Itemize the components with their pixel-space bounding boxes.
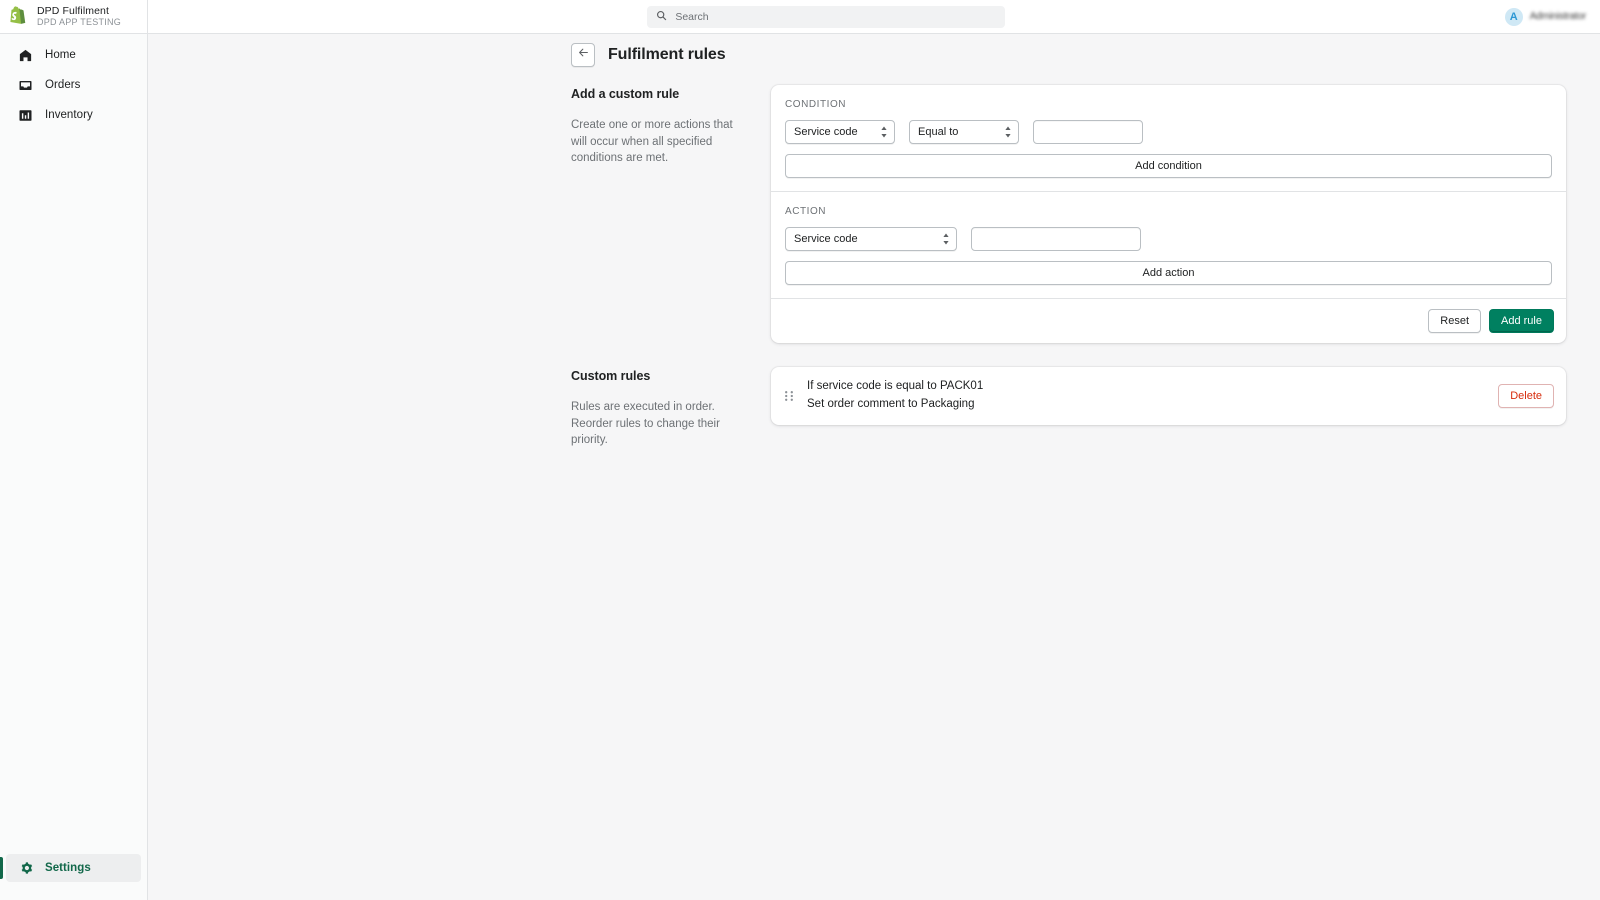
- table-row: If service code is equal to PACK01 Set o…: [771, 367, 1566, 425]
- action-block: ACTION Service code Add action: [771, 191, 1566, 298]
- user-menu[interactable]: A Administrator: [1504, 7, 1600, 26]
- sidebar-item-orders[interactable]: Orders: [6, 71, 141, 99]
- condition-operator-value: Equal to: [918, 126, 959, 138]
- add-rule-button[interactable]: Add rule: [1489, 309, 1554, 333]
- add-action-label: Add action: [1142, 267, 1195, 279]
- gear-icon: [18, 861, 33, 876]
- home-icon: [18, 48, 33, 63]
- inventory-icon: [18, 108, 33, 123]
- sidebar: Home Orders Inventory Settings: [0, 34, 148, 900]
- brand-block[interactable]: DPD Fulfilment DPD APP TESTING: [0, 0, 148, 34]
- chevron-updown-icon: [1004, 125, 1012, 139]
- rule-condition-text: If service code is equal to PACK01: [807, 380, 984, 392]
- chevron-updown-icon: [942, 232, 950, 246]
- delete-button[interactable]: Delete: [1498, 383, 1554, 408]
- custom-rules-info: Custom rules Rules are executed in order…: [571, 367, 771, 449]
- orders-icon: [18, 78, 33, 93]
- brand-subtitle: DPD APP TESTING: [37, 16, 121, 27]
- action-field-select[interactable]: Service code: [785, 227, 957, 251]
- condition-field-select[interactable]: Service code: [785, 120, 895, 144]
- avatar: A: [1504, 7, 1523, 26]
- condition-block: CONDITION Service code Equal to Add cond…: [771, 85, 1566, 191]
- action-row: Service code: [785, 227, 1552, 251]
- chevron-updown-icon: [880, 125, 888, 139]
- sidebar-item-label: Settings: [45, 862, 91, 874]
- condition-field-value: Service code: [794, 126, 858, 138]
- add-rule-heading: Add a custom rule: [571, 87, 680, 101]
- brand-title: DPD Fulfilment: [37, 4, 109, 17]
- search-placeholder: Search: [675, 10, 709, 23]
- sidebar-item-label: Inventory: [45, 109, 93, 121]
- add-action-button[interactable]: Add action: [785, 261, 1552, 285]
- sidebar-bottom: Settings: [0, 852, 147, 884]
- main-content: Fulfilment rules Add a custom rule Creat…: [148, 34, 1600, 900]
- action-field-value: Service code: [794, 233, 858, 245]
- sidebar-item-settings[interactable]: Settings: [0, 854, 141, 882]
- condition-label: CONDITION: [785, 99, 847, 110]
- add-rule-section: Add a custom rule Create one or more act…: [571, 85, 1566, 343]
- add-rule-card: CONDITION Service code Equal to Add cond…: [771, 85, 1566, 343]
- rule-text: If service code is equal to PACK01 Set o…: [807, 378, 1498, 414]
- user-name: Administrator: [1529, 11, 1587, 22]
- add-rule-footer: Reset Add rule: [771, 298, 1566, 343]
- add-condition-button[interactable]: Add condition: [785, 154, 1552, 178]
- drag-handle-icon[interactable]: [783, 389, 795, 403]
- page-header: Fulfilment rules: [571, 43, 1600, 67]
- add-rule-label: Add rule: [1501, 315, 1542, 327]
- custom-rules-section: Custom rules Rules are executed in order…: [571, 367, 1566, 449]
- arrow-left-icon: [577, 46, 590, 64]
- custom-rules-body: If service code is equal to PACK01 Set o…: [771, 367, 1566, 449]
- add-rule-info: Add a custom rule Create one or more act…: [571, 85, 771, 343]
- custom-rules-heading: Custom rules: [571, 369, 651, 383]
- sidebar-item-label: Orders: [45, 79, 81, 91]
- reset-label: Reset: [1440, 315, 1470, 327]
- reset-button[interactable]: Reset: [1428, 309, 1482, 333]
- delete-label: Delete: [1510, 389, 1542, 402]
- sidebar-item-home[interactable]: Home: [6, 41, 141, 69]
- condition-value-input[interactable]: [1033, 120, 1143, 144]
- search-wrapper: Search: [148, 5, 1505, 28]
- condition-row: Service code Equal to: [785, 120, 1552, 144]
- back-button[interactable]: [571, 43, 595, 67]
- rule-action-text: Set order comment to Packaging: [807, 397, 975, 410]
- action-label: ACTION: [785, 206, 827, 217]
- add-condition-label: Add condition: [1135, 160, 1202, 172]
- top-bar: DPD Fulfilment DPD APP TESTING Search A …: [0, 0, 1600, 34]
- condition-operator-select[interactable]: Equal to: [909, 120, 1019, 144]
- add-rule-body: CONDITION Service code Equal to Add cond…: [771, 85, 1566, 343]
- page-title: Fulfilment rules: [608, 46, 726, 63]
- sidebar-item-label: Home: [45, 49, 76, 61]
- sidebar-item-inventory[interactable]: Inventory: [6, 101, 141, 129]
- custom-rules-description: Rules are executed in order. Reorder rul…: [571, 401, 720, 447]
- shopify-logo-icon: [7, 5, 27, 28]
- add-rule-description: Create one or more actions that will occ…: [571, 119, 733, 165]
- search-input[interactable]: Search: [647, 5, 1006, 28]
- search-icon: [656, 8, 667, 26]
- action-value-input[interactable]: [971, 227, 1141, 251]
